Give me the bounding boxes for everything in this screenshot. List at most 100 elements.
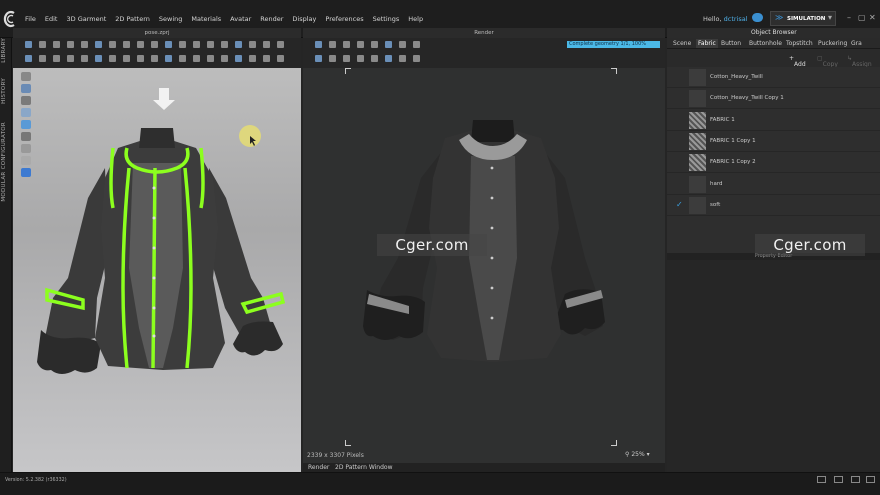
menu-item-file[interactable]: File	[25, 15, 36, 23]
render-tool-icon[interactable]	[371, 41, 378, 48]
menu-item-preferences[interactable]: Preferences	[325, 15, 363, 23]
garment-tool-icon[interactable]	[67, 55, 74, 62]
list-item[interactable]: ✓ soft	[667, 195, 880, 216]
light-icon[interactable]	[21, 144, 31, 153]
garment-tool-icon[interactable]	[67, 41, 74, 48]
username-link[interactable]: dctrisal	[724, 15, 748, 23]
clo-logo-icon[interactable]	[3, 9, 17, 29]
garment-tool-icon[interactable]	[221, 41, 228, 48]
menu-item-sewing[interactable]: Sewing	[159, 15, 183, 23]
tab-library[interactable]: LIBRARY	[1, 38, 7, 63]
display-icon[interactable]	[21, 84, 31, 93]
garment-tool-icon[interactable]	[25, 55, 32, 62]
garment-tool-icon[interactable]	[53, 41, 60, 48]
layout-split-icon[interactable]	[834, 476, 843, 483]
garment-tool-icon[interactable]	[221, 55, 228, 62]
list-item[interactable]: FABRIC 1	[667, 110, 880, 131]
view-icon[interactable]	[21, 72, 31, 81]
garment-tool-icon[interactable]	[81, 55, 88, 62]
dropdown-arrow-icon[interactable]: ▾	[828, 13, 832, 22]
garment-tool-icon[interactable]	[53, 55, 60, 62]
layout-grid-icon[interactable]	[851, 476, 860, 483]
tab-topstitch[interactable]: Topstitch	[784, 39, 815, 48]
render-tool-icon[interactable]	[399, 55, 406, 62]
garment-tool-icon[interactable]	[277, 41, 284, 48]
menu-item-edit[interactable]: Edit	[45, 15, 58, 23]
render-tool-icon[interactable]	[413, 55, 420, 62]
shading-icon[interactable]	[21, 132, 31, 141]
garment-tool-icon[interactable]	[151, 55, 158, 62]
globe-icon[interactable]	[21, 168, 31, 177]
zoom-control[interactable]: ⚲ 25% ▾	[625, 451, 665, 461]
render-tool-icon[interactable]	[357, 55, 364, 62]
garment-tool-icon[interactable]	[81, 41, 88, 48]
viewport-3d[interactable]	[13, 68, 301, 472]
tab-scene[interactable]: Scene	[671, 39, 693, 48]
render-tool-icon[interactable]	[357, 41, 364, 48]
assign-button[interactable]: ↳ Assign	[847, 55, 872, 68]
menu-item-settings[interactable]: Settings	[373, 15, 400, 23]
tab-buttonhole[interactable]: Buttonhole	[747, 39, 784, 48]
render-tool-icon[interactable]	[315, 41, 322, 48]
list-item[interactable]: Cotton_Heavy_Twill	[667, 67, 880, 88]
texture-icon[interactable]	[21, 108, 31, 117]
garment-tool-icon[interactable]	[277, 55, 284, 62]
copy-button[interactable]: ▢ Copy	[817, 55, 838, 68]
list-item[interactable]: FABRIC 1 Copy 2	[667, 152, 880, 174]
tab-gra[interactable]: Gra	[849, 39, 864, 48]
garment-tool-icon[interactable]	[249, 55, 256, 62]
close-icon[interactable]: ✕	[869, 13, 876, 22]
menu-item-materials[interactable]: Materials	[191, 15, 221, 23]
tab-modular-configurator[interactable]: MODULAR CONFIGURATOR	[1, 122, 7, 202]
menu-item-display[interactable]: Display	[292, 15, 316, 23]
garment-tool-icon[interactable]	[137, 41, 144, 48]
garment-tool-icon[interactable]	[39, 41, 46, 48]
render-tool-icon[interactable]	[329, 41, 336, 48]
garment-tool-icon[interactable]	[165, 55, 172, 62]
garment-tool-icon[interactable]	[207, 55, 214, 62]
render-tool-icon[interactable]	[413, 41, 420, 48]
maximize-icon[interactable]: ▢	[858, 13, 866, 22]
garment-tool-icon[interactable]	[179, 55, 186, 62]
garment-tool-icon[interactable]	[95, 55, 102, 62]
avatar-icon[interactable]	[21, 96, 31, 105]
grid-icon[interactable]	[21, 156, 31, 165]
garment-tool-icon[interactable]	[109, 55, 116, 62]
menu-item-avatar[interactable]: Avatar	[230, 15, 251, 23]
minimize-icon[interactable]: –	[847, 13, 851, 22]
garment-tool-icon[interactable]	[123, 41, 130, 48]
tab-button[interactable]: Button	[719, 39, 743, 48]
garment-tool-icon[interactable]	[193, 55, 200, 62]
render-tool-icon[interactable]	[399, 41, 406, 48]
render-tool-icon[interactable]	[385, 55, 392, 62]
tab-2d-pattern-window[interactable]: 2D Pattern Window	[335, 464, 393, 471]
garment-tool-icon[interactable]	[123, 55, 130, 62]
garment-tool-icon[interactable]	[95, 41, 102, 48]
render-tool-icon[interactable]	[343, 55, 350, 62]
tab-render[interactable]: Render	[308, 464, 329, 471]
fabric-icon[interactable]	[21, 120, 31, 129]
garment-tool-icon[interactable]	[235, 41, 242, 48]
list-item[interactable]: FABRIC 1 Copy 1	[667, 131, 880, 152]
garment-tool-icon[interactable]	[39, 55, 46, 62]
menu-item-render[interactable]: Render	[260, 15, 283, 23]
menu-item-3d-garment[interactable]: 3D Garment	[66, 15, 106, 23]
garment-tool-icon[interactable]	[263, 41, 270, 48]
garment-tool-icon[interactable]	[179, 41, 186, 48]
fullscreen-icon[interactable]	[866, 476, 875, 483]
add-button[interactable]: + Add	[789, 55, 806, 68]
garment-tool-icon[interactable]	[137, 55, 144, 62]
garment-tool-icon[interactable]	[249, 41, 256, 48]
garment-tool-icon[interactable]	[235, 55, 242, 62]
render-tool-icon[interactable]	[315, 55, 322, 62]
garment-tool-icon[interactable]	[109, 41, 116, 48]
garment-tool-icon[interactable]	[193, 41, 200, 48]
garment-tool-icon[interactable]	[25, 41, 32, 48]
garment-tool-icon[interactable]	[263, 55, 270, 62]
render-viewport[interactable]	[303, 68, 665, 463]
tab-history[interactable]: HISTORY	[1, 78, 7, 104]
list-item[interactable]: Cotton_Heavy_Twill Copy 1	[667, 88, 880, 110]
layout-icon[interactable]	[817, 476, 826, 483]
render-tool-icon[interactable]	[371, 55, 378, 62]
menu-item-2d-pattern[interactable]: 2D Pattern	[115, 15, 150, 23]
